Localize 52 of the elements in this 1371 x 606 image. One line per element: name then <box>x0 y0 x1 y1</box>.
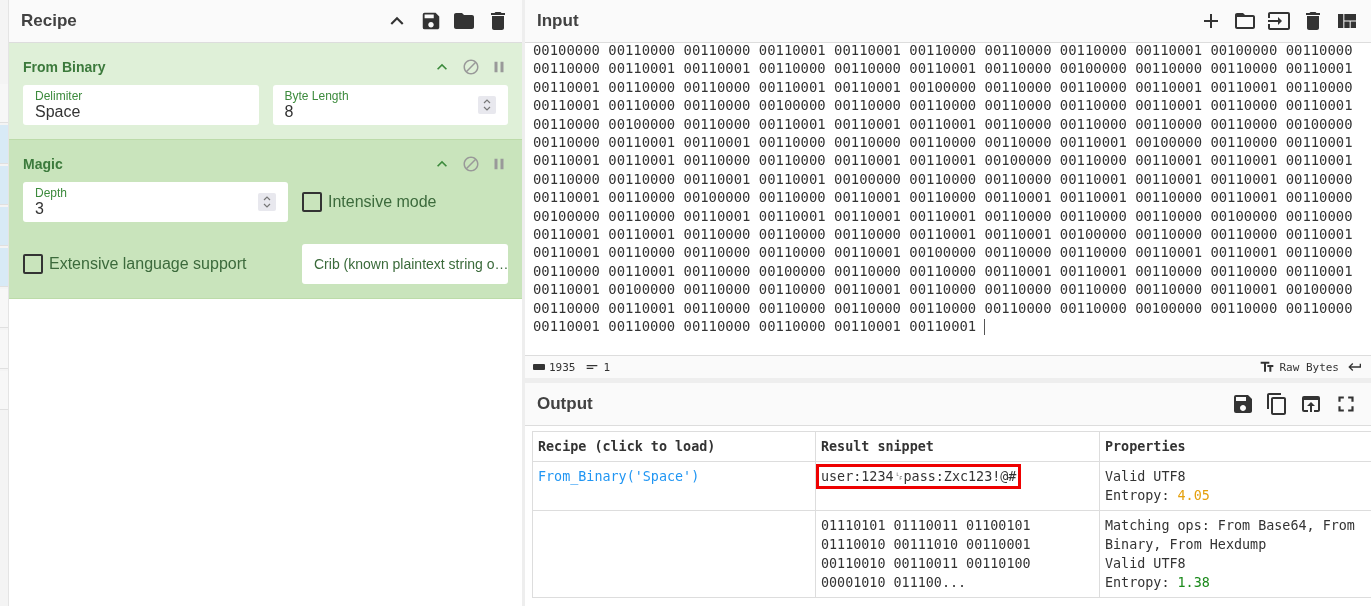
input-text-line: 00110000 00110001 00110001 00110000 00110000 00110000 00110000 00110001 00100000 00110000 00110001 <box>533 134 1353 151</box>
copy-icon[interactable] <box>1265 392 1289 416</box>
input-text-line: 00110000 00110001 00110000 00100000 00110000 00110000 00110001 00110001 00110000 00110000 00110001 <box>533 262 1353 279</box>
column-header: Properties <box>1099 431 1371 462</box>
panel-title: Recipe <box>21 11 78 31</box>
result-snippet: user:1234␊pass:Zxc123!@# <box>816 464 1022 489</box>
property-text: Valid UTF8 <box>1105 468 1187 486</box>
crib-field[interactable]: Crib (known plaintext string o… <box>302 244 508 284</box>
input-text-line: 00110001 00110000 00110000 00100000 00110000 00110000 00110000 00110000 00110001 00110000 00110001 <box>533 97 1353 114</box>
panel-title: Input <box>537 11 580 31</box>
spinner-icon[interactable] <box>258 193 276 211</box>
checkbox-option[interactable]: Intensive mode <box>302 192 508 212</box>
length-count: 1935 <box>549 360 576 374</box>
result-snippet: 01110010 00111010 00110001 <box>821 536 1031 554</box>
checkbox-option[interactable]: Extensive language support <box>23 254 288 274</box>
import-icon[interactable] <box>1267 9 1291 33</box>
input-text-line: 00100000 00110000 00110000 00110001 00110001 00110000 00110000 00110000 00110001 00100000 00110000 <box>533 43 1353 58</box>
property-text: Binary, From Hexdump <box>1105 536 1268 554</box>
encoding-button[interactable]: Raw Bytes <box>1279 360 1339 374</box>
input-text-line: 00110001 00110001 00110000 00110000 00110000 00110001 00110001 00100000 00110000 00110000 00110001 <box>533 226 1353 243</box>
input-text-line: 00110001 00110000 00110000 00110000 00110001 00110001 <box>533 318 977 335</box>
operation-name: Magic <box>23 156 64 172</box>
spinner-icon[interactable] <box>478 96 496 114</box>
entropy-text: Entropy: 1.38 <box>1105 574 1211 592</box>
input-text-line: 00110001 00110000 00110000 00110001 00110001 00100000 00110000 00110000 00110001 00110001 00110000 <box>533 78 1353 95</box>
column-header: Recipe (click to load) <box>532 431 816 462</box>
input-text-line: 00110000 00110001 00110000 00110000 00110000 00110000 00110000 00110000 00100000 00110000 00110000 <box>533 299 1353 316</box>
input-text-line: 00110000 00110000 00110001 00110001 00100000 00110000 00110000 00110001 00110001 00110001 00110000 <box>533 170 1353 187</box>
input-text-line: 00110001 00110000 00100000 00110000 00110001 00110000 00110001 00110001 00110000 00110001 00110000 <box>533 189 1353 206</box>
input-field[interactable]: Depth 3 <box>23 182 288 222</box>
input-text-line: 00110000 00100000 00110000 00110001 00110001 00110001 00110000 00110000 00110000 00110000 00100000 <box>533 115 1353 132</box>
property-text: Valid UTF8 <box>1105 555 1187 573</box>
save-icon[interactable] <box>1231 392 1255 416</box>
text-format-icon <box>1259 359 1276 375</box>
property-text: Matching ops: From Base64, From <box>1105 517 1356 535</box>
column-header: Result snippet <box>815 431 1100 462</box>
input-text-line: 00110001 00100000 00110000 00110000 00110001 00110000 00110000 00110000 00110000 00110001 00100000 <box>533 281 1353 298</box>
input-field[interactable]: Delimiter Space <box>23 85 259 125</box>
result-snippet: 00110010 00110011 00110100 <box>821 555 1031 573</box>
length-icon <box>533 364 545 370</box>
save-icon[interactable] <box>420 10 442 32</box>
result-snippet: 00001010 011100... <box>821 574 967 592</box>
input-text-line: 00110001 00110001 00110000 00110000 00110001 00110001 00100000 00110000 00110001 00110001 00110001 <box>533 152 1353 169</box>
result-snippet: 01110101 01110011 01100101 <box>821 517 1031 535</box>
operation-name: From Binary <box>23 59 107 75</box>
entropy-text: Entropy: 4.05 <box>1105 487 1211 505</box>
input-text-line: 00110000 00110001 00110001 00110000 00110000 00110001 00110000 00100000 00110000 00110000 00110001 <box>533 60 1353 77</box>
lines-count: 1 <box>603 360 611 374</box>
panel-title: Output <box>537 394 594 414</box>
input-text-line: 00110001 00110000 00110000 00110000 00110001 00100000 00110000 00110000 00110001 00110001 00110000 <box>533 244 1353 261</box>
input-field[interactable]: Byte Length 8 <box>272 85 508 125</box>
input-text-line: 00100000 00110000 00110001 00110001 00110001 00110001 00110000 00110000 00110000 00100000 00110000 <box>533 207 1353 224</box>
